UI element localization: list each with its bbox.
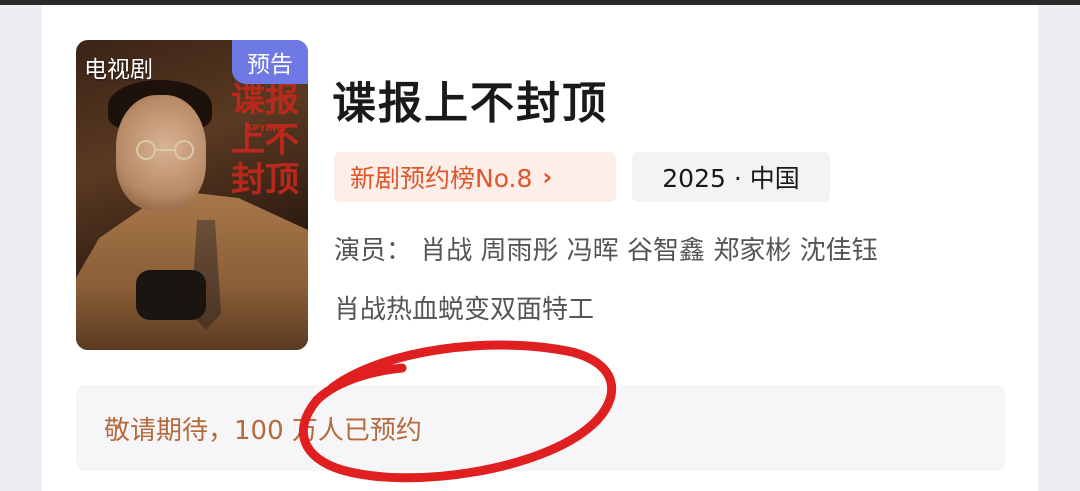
binoculars-icon (136, 270, 206, 320)
preview-badge[interactable]: 预告 (232, 40, 308, 84)
poster-image[interactable]: 谍报上不封顶 SPYING 电视剧 预告 (76, 40, 308, 350)
glasses-icon (136, 140, 194, 160)
show-card[interactable]: 谍报上不封顶 SPYING 电视剧 预告 谍报上不封顶 新剧预约榜No.8 › … (42, 5, 1038, 491)
category-tag: 电视剧 (84, 57, 153, 83)
poster-title-en: SPYING (246, 124, 284, 134)
show-description: 肖战热血蜕变双面特工 (334, 295, 595, 325)
reservation-bar[interactable]: 敬请期待，100 万人已预约 (76, 385, 1006, 471)
show-title[interactable]: 谍报上不封顶 (332, 67, 608, 131)
rank-badge[interactable]: 新剧预约榜No.8 › (334, 152, 616, 202)
reservation-text: 敬请期待，100 万人已预约 (104, 415, 422, 446)
rank-label: 新剧预约榜No.8 (350, 164, 533, 193)
chevron-right-icon: › (542, 163, 553, 191)
poster-title-art: 谍报上不封顶 (231, 80, 299, 200)
cast-list: 演员： 肖战 周雨彤 冯晖 谷智鑫 郑家彬 沈佳钰 (334, 236, 878, 266)
right-margin (1038, 5, 1080, 491)
year-region-badge: 2025 · 中国 (632, 152, 830, 202)
left-margin (0, 5, 42, 491)
